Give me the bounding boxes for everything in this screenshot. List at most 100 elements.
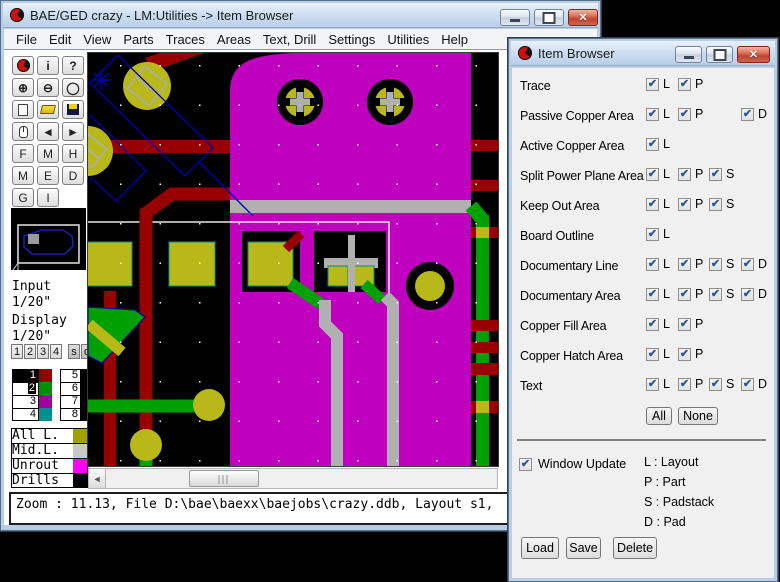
checkbox-passive-copper-area-d[interactable]: ✔ [741, 108, 754, 121]
menu-item-areas[interactable]: Areas [212, 31, 256, 48]
scale-button-4[interactable]: 4 [50, 344, 62, 359]
item-label: Split Power Plane Area [520, 169, 643, 183]
tool-file-save-button[interactable] [62, 100, 84, 119]
menu-item-file[interactable]: File [11, 31, 42, 48]
palette-entry-2[interactable]: 2 [12, 382, 52, 395]
checkbox-text-l[interactable]: ✔ [646, 378, 659, 391]
tool-letter-e-button[interactable]: E [37, 166, 59, 185]
delete-button[interactable]: Delete [613, 537, 657, 559]
tool-zoom-window-button[interactable]: ◯ [62, 78, 84, 97]
layer-row-unrout[interactable]: Unrout [11, 458, 88, 473]
preview-window[interactable] [11, 208, 86, 270]
tool-letter-m-button[interactable]: M [12, 166, 34, 185]
load-button[interactable]: Load [521, 537, 559, 559]
tool-zoom-in-button[interactable]: ⊕ [12, 78, 34, 97]
dialog-close-button[interactable] [737, 46, 770, 63]
main-titlebar[interactable]: BAE/GED crazy - LM:Utilities -> Item Bro… [3, 3, 598, 28]
dialog-titlebar[interactable]: Item Browser [511, 41, 775, 66]
palette-entry-3[interactable]: 3 [12, 395, 52, 408]
checkbox-text-d[interactable]: ✔ [741, 378, 754, 391]
tool-letter-h-button[interactable]: H [62, 144, 84, 163]
checkbox-letter: L [663, 377, 670, 391]
scroll-left-arrow-icon[interactable]: ◄ [89, 469, 106, 488]
checkbox-trace-l[interactable]: ✔ [646, 78, 659, 91]
checkbox-split-power-plane-area-p[interactable]: ✔ [678, 168, 691, 181]
palette-entry-1[interactable]: 1 [12, 369, 52, 382]
scale-button-1[interactable]: 1 [11, 344, 23, 359]
checkbox-passive-copper-area-p[interactable]: ✔ [678, 108, 691, 121]
checkbox-copper-hatch-area-l[interactable]: ✔ [646, 348, 659, 361]
menu-item-help[interactable]: Help [436, 31, 473, 48]
menu-item-edit[interactable]: Edit [44, 31, 76, 48]
tool-info-button[interactable]: i [37, 56, 59, 75]
tool-prev-button[interactable]: ◄ [37, 122, 59, 141]
checkbox-keep-out-area-p[interactable]: ✔ [678, 198, 691, 211]
tool-help-button[interactable]: ? [62, 56, 84, 75]
tool-letter-g-button[interactable]: G [12, 188, 34, 207]
checkbox-documentary-line-l[interactable]: ✔ [646, 258, 659, 271]
checkbox-passive-copper-area-l[interactable]: ✔ [646, 108, 659, 121]
tool-letter-i-button[interactable]: I [37, 188, 59, 207]
checkbox-copper-fill-area-l[interactable]: ✔ [646, 318, 659, 331]
checkbox-letter: L [663, 107, 670, 121]
palette-entry-6[interactable]: 6 [60, 382, 90, 395]
tool-panel: i?⊕⊖◯◄► FMHMEDGI Input 1/20" Display 1/2… [9, 51, 88, 492]
scale-button-3[interactable]: 3 [37, 344, 49, 359]
menu-item-parts[interactable]: Parts [118, 31, 158, 48]
tool-bae-logo-button[interactable] [12, 56, 34, 75]
menu-item-text-drill[interactable]: Text, Drill [258, 31, 321, 48]
checkbox-split-power-plane-area-l[interactable]: ✔ [646, 168, 659, 181]
palette-entry-7[interactable]: 7 [60, 395, 90, 408]
none-button[interactable]: None [678, 407, 718, 425]
layer-row-all-l[interactable]: All L. [11, 428, 88, 443]
tool-mouse-button[interactable] [12, 122, 34, 141]
tool-letter-m-button[interactable]: M [37, 144, 59, 163]
tool-zoom-out-button[interactable]: ⊖ [37, 78, 59, 97]
checkbox-text-s[interactable]: ✔ [709, 378, 722, 391]
scrollbar-thumb[interactable] [189, 470, 259, 487]
checkbox-documentary-area-p[interactable]: ✔ [678, 288, 691, 301]
checkbox-copper-hatch-area-p[interactable]: ✔ [678, 348, 691, 361]
tool-file-open-button[interactable] [37, 100, 59, 119]
checkbox-split-power-plane-area-s[interactable]: ✔ [709, 168, 722, 181]
checkbox-documentary-line-p[interactable]: ✔ [678, 258, 691, 271]
scale-button-s[interactable]: s [68, 344, 80, 359]
checkbox-keep-out-area-s[interactable]: ✔ [709, 198, 722, 211]
tool-file-new-button[interactable] [12, 100, 34, 119]
menu-item-utilities[interactable]: Utilities [382, 31, 434, 48]
horizontal-scrollbar[interactable]: ◄ [88, 468, 498, 489]
checkbox-documentary-area-l[interactable]: ✔ [646, 288, 659, 301]
checkbox-text-p[interactable]: ✔ [678, 378, 691, 391]
all-button[interactable]: All [646, 407, 672, 425]
checkbox-documentary-area-s[interactable]: ✔ [709, 288, 722, 301]
maximize-button[interactable] [534, 9, 564, 26]
checkbox-keep-out-area-l[interactable]: ✔ [646, 198, 659, 211]
checkbox-board-outline-l[interactable]: ✔ [646, 228, 659, 241]
dialog-minimize-button[interactable] [675, 46, 702, 63]
tool-next-button[interactable]: ► [62, 122, 84, 141]
pcb-canvas[interactable] [88, 53, 498, 466]
palette-entry-5[interactable]: 5 [60, 369, 90, 382]
dialog-maximize-button[interactable] [706, 46, 733, 63]
window-update-checkbox[interactable]: ✔ [519, 458, 532, 471]
checkbox-documentary-line-d[interactable]: ✔ [741, 258, 754, 271]
checkbox-active-copper-area-l[interactable]: ✔ [646, 138, 659, 151]
checkbox-documentary-area-d[interactable]: ✔ [741, 288, 754, 301]
palette-entry-8[interactable]: 8 [60, 408, 90, 421]
minimize-button[interactable] [500, 9, 530, 26]
checkbox-copper-fill-area-p[interactable]: ✔ [678, 318, 691, 331]
layer-row-drills[interactable]: Drills [11, 473, 88, 488]
menu-item-view[interactable]: View [78, 31, 116, 48]
layer-row-mid-l[interactable]: Mid.L. [11, 443, 88, 458]
checkbox-trace-p[interactable]: ✔ [678, 78, 691, 91]
close-button[interactable] [568, 9, 598, 26]
menu-item-settings[interactable]: Settings [323, 31, 380, 48]
tool-letter-d-button[interactable]: D [62, 166, 84, 185]
pcb-canvas-frame [87, 52, 499, 467]
palette-entry-4[interactable]: 4 [12, 408, 52, 421]
save-button[interactable]: Save [566, 537, 601, 559]
scale-button-2[interactable]: 2 [24, 344, 36, 359]
tool-letter-f-button[interactable]: F [12, 144, 34, 163]
checkbox-documentary-line-s[interactable]: ✔ [709, 258, 722, 271]
menu-item-traces[interactable]: Traces [161, 31, 210, 48]
